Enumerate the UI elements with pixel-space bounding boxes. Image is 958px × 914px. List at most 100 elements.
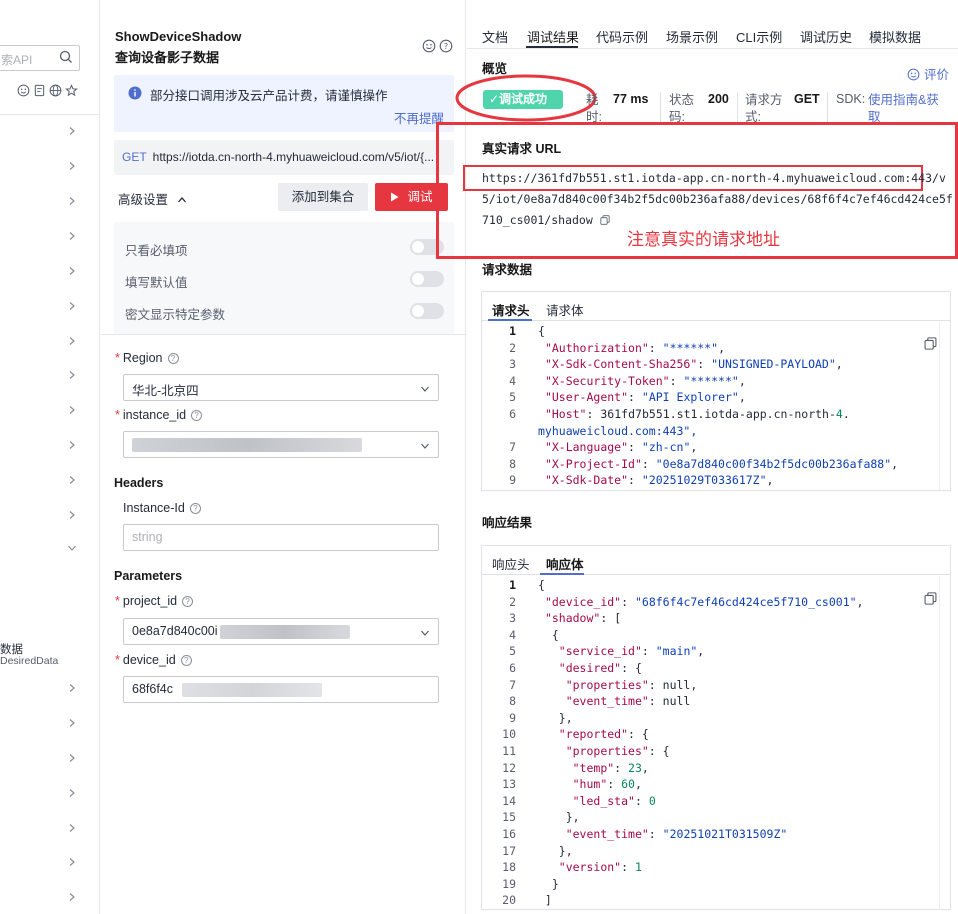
status-code-value: 200 [708,92,729,106]
headers-section-title: Headers [114,476,164,490]
tab-history[interactable]: 调试历史 [800,27,852,46]
device-id-input[interactable]: 68f6f4c [123,676,439,703]
code-text: "X-Sdk-Content-Sha256": "UNSIGNED-PAYLOA… [544,357,843,372]
project-id-select[interactable]: 0e8a7d840c00i [123,618,439,645]
chevron-right-icon[interactable] [67,823,77,833]
chevron-right-icon[interactable] [67,126,77,136]
tab-response-body[interactable]: 响应体 [546,554,584,573]
chevron-right-icon[interactable] [67,231,77,241]
line-number: 16 [502,827,516,841]
chevron-right-icon[interactable] [67,475,77,485]
code-line: 16 "event_time": "20251021T031509Z" [482,826,937,842]
copy-icon[interactable] [924,337,937,350]
chevron-right-icon[interactable] [67,161,77,171]
tab-response-headers[interactable]: 响应头 [492,554,530,573]
advanced-settings-toggle[interactable]: 高级设置 [118,189,187,208]
api-debug-panel: ShowDeviceShadow 查询设备影子数据 ? 部分接口调用涉及云产品计… [101,0,466,914]
chevron-right-icon[interactable] [67,440,77,450]
code-line: 3 "shadow": [ [482,610,937,626]
copy-icon[interactable] [924,592,937,605]
divider [101,334,466,335]
code-text: { [538,578,545,592]
code-line: 9 "X-Sdk-Date": "20251029T033617Z", [482,472,937,488]
instance-header-placeholder: string [132,530,163,544]
notice-text: 部分接口调用涉及云产品计费，请谨慎操作 [150,89,388,103]
line-number: 9 [509,473,516,488]
help-icon[interactable]: ? [439,39,453,53]
line-number: 15 [502,810,516,825]
tab-code-sample[interactable]: 代码示例 [596,27,648,46]
chevron-right-icon[interactable] [67,683,77,693]
chevron-right-icon[interactable] [67,788,77,798]
chevron-right-icon[interactable] [67,405,77,415]
chevron-right-icon[interactable] [67,196,77,206]
advanced-settings-label: 高级设置 [118,193,169,207]
line-number: 12 [502,760,516,775]
elapsed-value: 77 ms [613,92,649,106]
smile-icon[interactable] [17,84,30,97]
scrollbar[interactable] [939,322,951,490]
chevron-right-icon[interactable] [67,370,77,380]
chevron-right-icon[interactable] [67,266,77,276]
scrollbar[interactable] [939,576,951,910]
chevron-right-icon[interactable] [67,892,77,902]
instance-header-input[interactable]: string [123,524,439,551]
code-text: "X-Language": "zh-cn", [544,440,698,455]
request-code: 1{2 "Authorization": "******", 3 "X-Sdk-C… [482,321,950,489]
sidebar-divider [0,114,100,115]
code-text: "reported": { [558,727,649,742]
sdk-guide-link[interactable]: 使用指南&获取 [868,92,946,126]
tab-scenario[interactable]: 场景示例 [666,27,718,46]
code-text: "properties": { [565,744,670,758]
instance-id-label: * instance_id? [115,408,203,422]
help-icon: ? [189,503,201,514]
tab-request-body[interactable]: 请求体 [546,300,584,319]
chevron-right-icon[interactable] [67,510,77,520]
chevron-down-icon [421,443,429,449]
chevron-up-icon [177,197,186,203]
cipher-display-toggle[interactable] [410,303,444,319]
feedback-smile-icon[interactable] [422,39,436,53]
line-number: 1 [509,324,516,338]
code-text: "led_sta": 0 [572,793,656,808]
redacted-value [182,683,322,697]
globe-icon[interactable] [49,84,62,97]
tab-mock-data[interactable]: 模拟数据 [869,27,921,46]
add-to-collection-button[interactable]: 添加到集合 [278,183,368,211]
instance-id-select[interactable] [123,431,439,458]
code-line: 18 "version": 1 [482,859,937,875]
chevron-right-icon[interactable] [67,301,77,311]
api-search-input[interactable]: 索API [0,45,80,71]
chevron-right-icon[interactable] [67,753,77,763]
chevron-right-icon[interactable] [67,857,77,867]
sidebar-item-sublabel[interactable]: DesiredData [0,655,58,667]
code-line: 12 "temp": 23, [482,760,937,776]
smile-icon [907,68,920,81]
code-text: "temp": 23, [572,760,649,775]
instance-header-label: Instance-Id? [123,501,201,515]
code-line: 20 ] [482,892,937,908]
copy-icon[interactable] [600,215,610,225]
code-line: 6 "desired": { [482,660,937,676]
api-name: ShowDeviceShadow [115,29,242,44]
search-icon[interactable] [59,50,73,64]
code-line: 11 "properties": { [482,743,937,759]
request-url-box[interactable]: GET https://iotda.cn-north-4.myhuaweiclou… [114,140,454,175]
default-values-toggle[interactable] [410,271,444,287]
chevron-down-icon[interactable] [67,543,77,553]
chevron-right-icon[interactable] [67,718,77,728]
code-text: "service_id": "main", [558,644,705,659]
line-number: 6 [509,407,516,421]
region-select[interactable]: 华北-北京四 [123,374,439,401]
tab-request-headers[interactable]: 请求头 [492,300,530,319]
document-icon[interactable] [33,84,46,97]
tab-cli[interactable]: CLI示例 [736,27,782,46]
tab-debug-result[interactable]: 调试结果 [527,27,579,46]
star-icon[interactable] [65,84,78,97]
code-line: 4 "X-Security-Token": "******", [482,373,937,389]
code-line: 7 "properties": null, [482,677,937,693]
chevron-right-icon[interactable] [67,336,77,346]
tab-docs[interactable]: 文档 [482,27,508,46]
code-text: "User-Agent": "API Explorer", [544,390,746,405]
rate-link[interactable]: 评价 [907,64,949,83]
